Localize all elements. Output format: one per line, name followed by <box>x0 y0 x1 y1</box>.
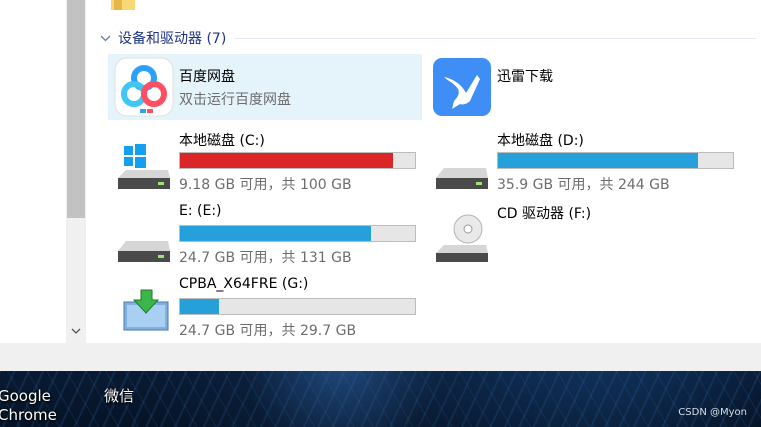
drive-usage-fill <box>498 153 699 168</box>
drive-name: CD 驱动器 (F:) <box>497 206 592 222</box>
desktop-icon-label: 微信 <box>104 387 135 405</box>
drive-name: 本地磁盘 (C:) <box>179 133 265 149</box>
drive-item-d[interactable]: 本地磁盘 (D:) 35.9 GB 可用，共 244 GB <box>426 130 740 196</box>
scroll-down-button[interactable] <box>66 320 86 342</box>
navigation-pane[interactable] <box>0 0 66 343</box>
baidu-netdisk-icon <box>114 57 174 117</box>
xunlei-thunder-icon <box>433 58 491 116</box>
group-header-devices[interactable]: 设备和驱动器 (7) <box>96 28 756 48</box>
vertical-scrollbar[interactable] <box>66 0 86 343</box>
divider <box>234 37 756 39</box>
desktop-icon-label: Google <box>0 387 51 405</box>
scrollbar-thumb[interactable] <box>67 0 85 218</box>
status-area <box>0 343 761 371</box>
app-name: 百度网盘 <box>179 69 235 85</box>
hard-drive-icon <box>436 168 488 189</box>
drive-item-g[interactable]: CPBA_X64FRE (G:) 24.7 GB 可用，共 29.7 GB <box>108 276 422 342</box>
drive-name: CPBA_X64FRE (G:) <box>179 276 309 292</box>
drive-usage-fill <box>180 226 371 241</box>
drive-item-c[interactable]: 本地磁盘 (C:) 9.18 GB 可用，共 100 GB <box>108 130 422 196</box>
drive-name: E: (E:) <box>179 203 222 219</box>
app-name: 迅雷下载 <box>497 69 553 85</box>
drive-usage-bar <box>179 225 416 242</box>
drive-usage-fill <box>180 299 220 314</box>
folder-icon <box>111 0 135 10</box>
usb-install-drive-icon <box>123 289 169 331</box>
drive-item-e[interactable]: E: (E:) 24.7 GB 可用，共 131 GB <box>108 203 422 269</box>
desktop-icon-label: Chrome <box>0 406 57 424</box>
windows-drive-icon <box>118 144 170 189</box>
file-explorer-window: 设备和驱动器 (7) 百度网盘 双击运行百度网盘 迅雷下载 本地磁盘 (C:) … <box>0 0 761 371</box>
drive-usage-fill <box>180 153 394 168</box>
watermark: CSDN @Myon⁠ <box>678 407 747 418</box>
app-subtitle: 双击运行百度网盘 <box>179 92 291 108</box>
drive-free-space: 24.7 GB 可用，共 29.7 GB <box>179 323 357 339</box>
hard-drive-icon <box>118 241 170 262</box>
group-title: 设备和驱动器 (7) <box>118 31 227 47</box>
app-tile-baidu-netdisk[interactable]: 百度网盘 双击运行百度网盘 <box>108 54 422 120</box>
drive-free-space: 35.9 GB 可用，共 244 GB <box>497 177 670 193</box>
drive-usage-bar <box>179 298 416 315</box>
content-pane: 设备和驱动器 (7) 百度网盘 双击运行百度网盘 迅雷下载 本地磁盘 (C:) … <box>86 0 761 343</box>
drive-item-f[interactable]: CD 驱动器 (F:) <box>426 203 740 269</box>
drive-free-space: 24.7 GB 可用，共 131 GB <box>179 250 352 266</box>
drive-name: 本地磁盘 (D:) <box>497 133 584 149</box>
app-tile-xunlei[interactable]: 迅雷下载 <box>426 54 740 120</box>
drive-free-space: 9.18 GB 可用，共 100 GB <box>179 177 352 193</box>
drive-usage-bar <box>179 152 416 169</box>
cd-drive-icon <box>436 214 488 262</box>
drive-usage-bar <box>497 152 734 169</box>
chevron-down-icon <box>71 328 81 334</box>
chevron-down-icon[interactable] <box>96 35 114 42</box>
